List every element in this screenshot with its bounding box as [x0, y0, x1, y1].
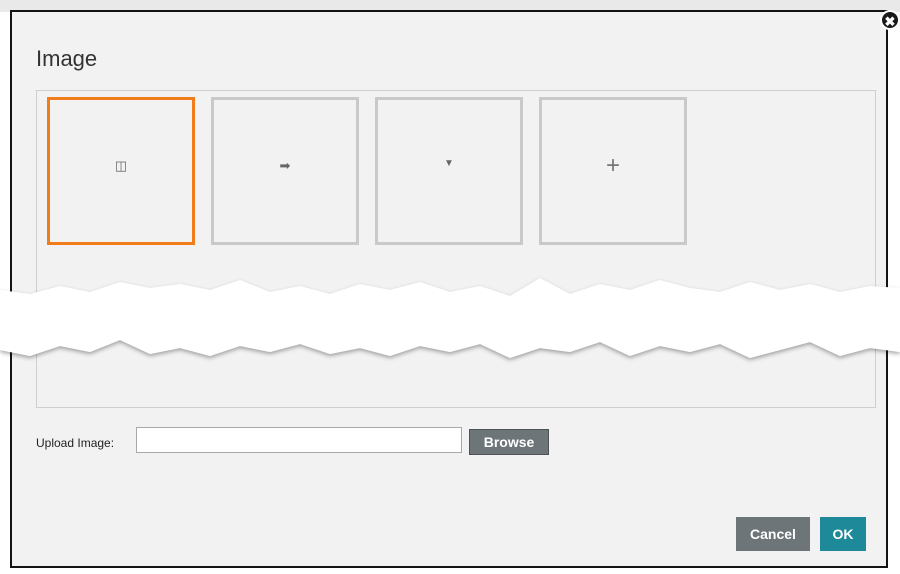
ok-button[interactable]: OK — [820, 517, 866, 551]
torn-paper-break — [0, 278, 900, 358]
upload-image-label: Upload Image: — [36, 436, 115, 450]
close-icon[interactable]: ✖ — [880, 10, 900, 30]
cancel-button[interactable]: Cancel — [736, 517, 810, 551]
book-icon: ◫ — [114, 158, 128, 173]
image-option-tile-3[interactable]: ▼ — [375, 97, 523, 245]
image-option-tile-2[interactable]: ➡ — [211, 97, 359, 245]
image-option-tile-4[interactable]: + — [539, 97, 687, 245]
dialog-title: Image — [36, 46, 98, 71]
browse-button[interactable]: Browse — [469, 429, 549, 455]
dropdown-arrow-icon: ▼ — [444, 158, 454, 169]
plus-icon: + — [605, 152, 620, 179]
image-option-tile-1[interactable]: ◫ — [47, 97, 195, 245]
upload-image-input[interactable] — [136, 427, 462, 453]
export-icon: ➡ — [279, 158, 291, 173]
